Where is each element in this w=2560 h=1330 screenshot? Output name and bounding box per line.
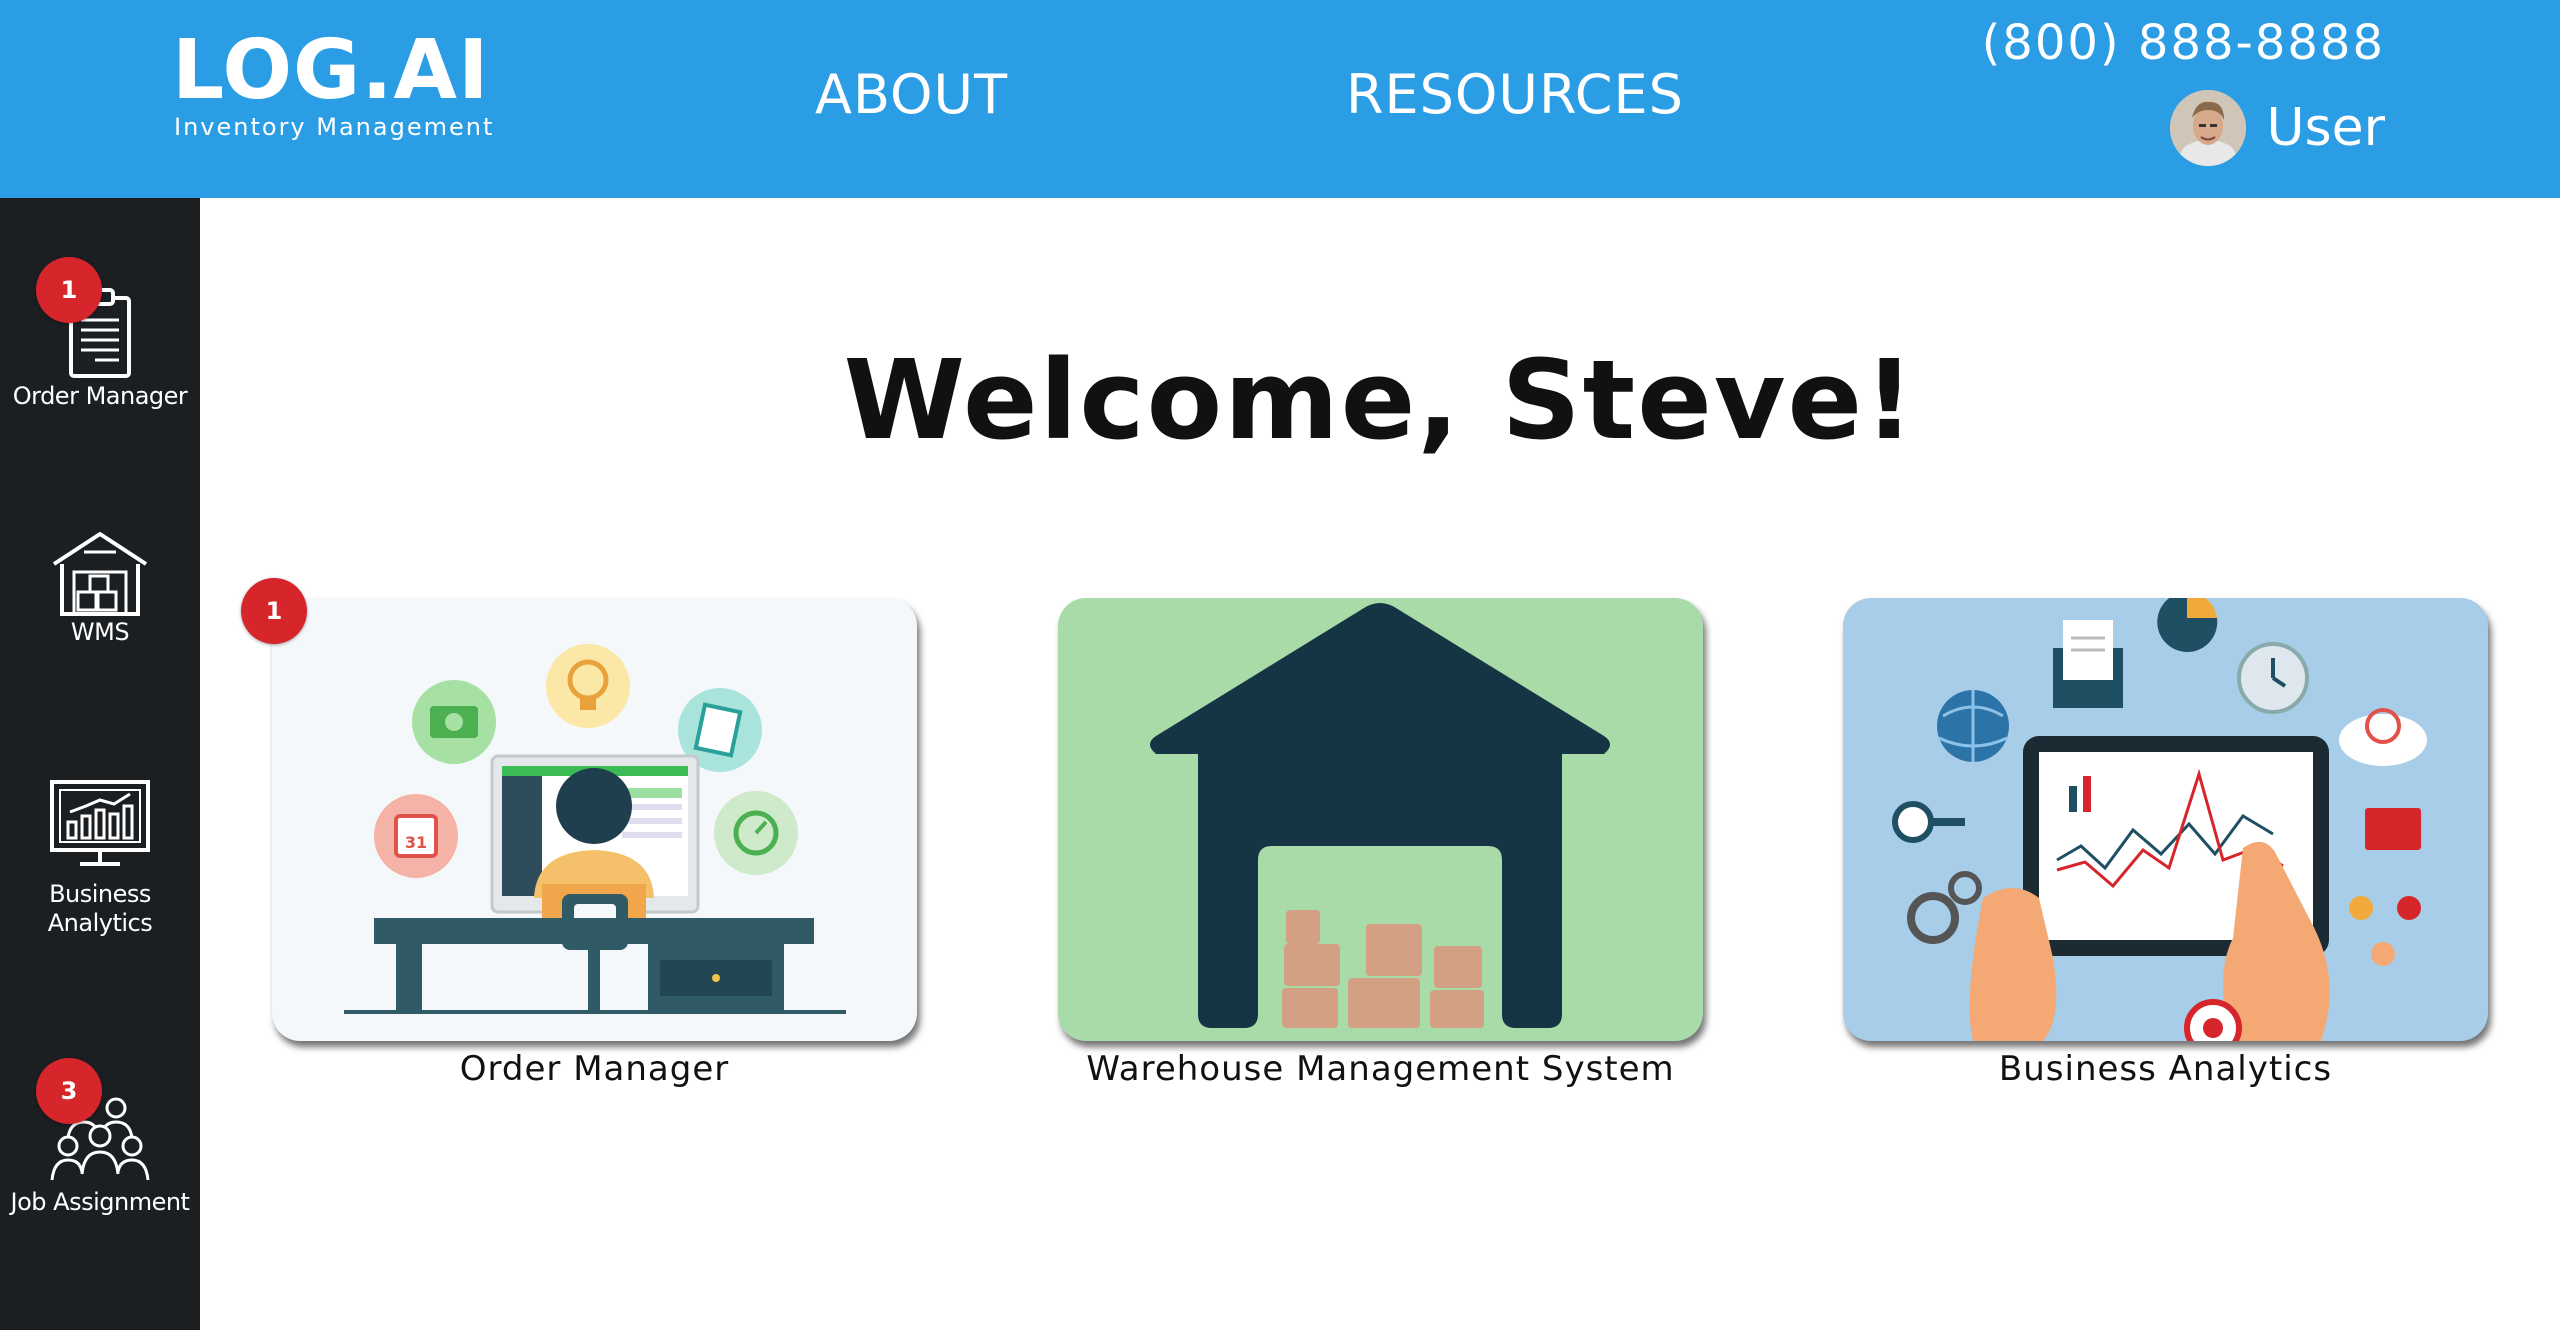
user-avatar-photo-icon bbox=[2170, 90, 2247, 166]
sidebar-item-label: Order Manager bbox=[12, 382, 188, 410]
order-manager-notification-badge: 1 bbox=[36, 257, 102, 323]
phone-number: (800) 888-8888 bbox=[1981, 15, 2385, 71]
job-assignment-notification-badge: 3 bbox=[36, 1058, 102, 1124]
welcome-heading: Welcome, Steve! bbox=[843, 336, 1917, 464]
warehouse-management-system-card-label[interactable]: Warehouse Management System bbox=[1058, 1046, 1703, 1092]
svg-text:31: 31 bbox=[405, 833, 427, 852]
analytics-monitor-icon bbox=[50, 780, 150, 866]
logo-title: LOG.AI bbox=[172, 23, 490, 118]
top-header: LOG.AI Inventory Management ABOUT RESOUR… bbox=[0, 0, 2560, 198]
warehouse-icon bbox=[52, 532, 148, 616]
sidebar-item-job-assignment[interactable]: Job Assignment bbox=[0, 1092, 200, 1217]
sidebar: Order Manager WMS Business Analytics Job… bbox=[0, 198, 200, 1330]
warehouse-illustration-icon bbox=[1150, 603, 1610, 1028]
business-analytics-card[interactable] bbox=[1843, 598, 2488, 1041]
user-name: User bbox=[2266, 98, 2385, 158]
logo-subtitle: Inventory Management bbox=[174, 113, 495, 141]
sidebar-item-business-analytics[interactable]: Business Analytics bbox=[0, 778, 200, 938]
sidebar-item-order-manager[interactable]: Order Manager bbox=[0, 286, 200, 411]
order-manager-card[interactable]: 31 bbox=[272, 598, 917, 1041]
tablet-analytics-illustration-icon bbox=[1892, 598, 2427, 1041]
order-manager-card-badge: 1 bbox=[241, 578, 307, 644]
user-avatar[interactable] bbox=[2170, 90, 2247, 166]
sidebar-item-wms[interactable]: WMS bbox=[0, 528, 200, 647]
business-analytics-card-label[interactable]: Business Analytics bbox=[1843, 1046, 2488, 1092]
nav-about-link[interactable]: ABOUT bbox=[815, 62, 1008, 128]
sidebar-item-label: Job Assignment bbox=[10, 1188, 190, 1216]
person-at-computer-illustration-icon: 31 bbox=[344, 644, 846, 1014]
warehouse-management-system-card[interactable] bbox=[1058, 598, 1703, 1041]
order-manager-card-label[interactable]: Order Manager bbox=[272, 1046, 917, 1092]
logo[interactable]: LOG.AI Inventory Management bbox=[172, 23, 495, 141]
sidebar-item-label: WMS bbox=[70, 618, 130, 646]
sidebar-item-label: Business Analytics bbox=[47, 880, 153, 937]
user-menu[interactable]: User bbox=[2170, 90, 2385, 166]
nav-resources-link[interactable]: RESOURCES bbox=[1346, 62, 1684, 128]
